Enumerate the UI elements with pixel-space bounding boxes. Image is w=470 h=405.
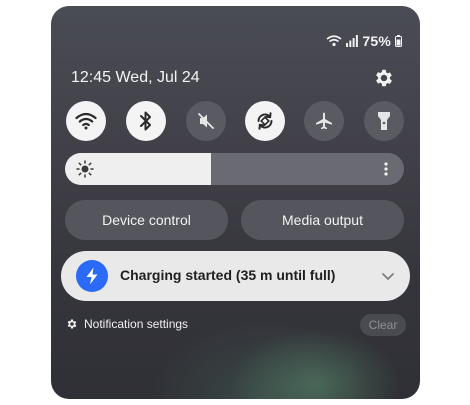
toggle-flashlight[interactable] [364, 101, 404, 141]
toggle-auto-rotate[interactable] [245, 101, 285, 141]
wifi-icon [326, 35, 342, 47]
bolt-icon [86, 267, 98, 285]
battery-percentage: 75% [362, 33, 391, 49]
sun-icon [76, 160, 94, 178]
status-bar: 75% [326, 33, 402, 49]
notification-settings-link[interactable]: Notification settings [66, 317, 188, 331]
wifi-icon [75, 112, 97, 130]
bolt-icon-badge [76, 260, 108, 292]
notification-settings-label: Notification settings [84, 317, 189, 331]
chevron-down-icon[interactable] [380, 268, 396, 284]
bluetooth-icon [140, 111, 151, 131]
toggle-airplane-mode[interactable] [304, 101, 344, 141]
mute-icon [198, 113, 214, 129]
gear-icon [67, 319, 77, 329]
battery-icon [395, 35, 402, 47]
toggle-bluetooth[interactable] [126, 101, 166, 141]
rotate-icon [257, 112, 273, 130]
toggle-sound[interactable] [186, 101, 226, 141]
signal-icon [346, 35, 359, 47]
clock-date: 12:45 Wed, Jul 24 [71, 69, 200, 86]
device-control-button[interactable]: Device control [65, 200, 228, 240]
clear-button[interactable]: Clear [360, 314, 406, 336]
more-vertical-icon[interactable] [378, 161, 394, 177]
media-output-button[interactable]: Media output [241, 200, 404, 240]
gear-icon[interactable] [373, 67, 395, 89]
charging-notification[interactable]: Charging started (35 m until full) [61, 251, 410, 301]
brightness-slider[interactable] [65, 153, 404, 185]
flashlight-icon [378, 112, 390, 130]
notification-title: Charging started (35 m until full) [120, 267, 336, 283]
quick-panel: 75% 12:45 Wed, Jul 24 Device control Med… [51, 6, 420, 399]
toggle-wifi[interactable] [66, 101, 106, 141]
airplane-icon [316, 112, 332, 130]
